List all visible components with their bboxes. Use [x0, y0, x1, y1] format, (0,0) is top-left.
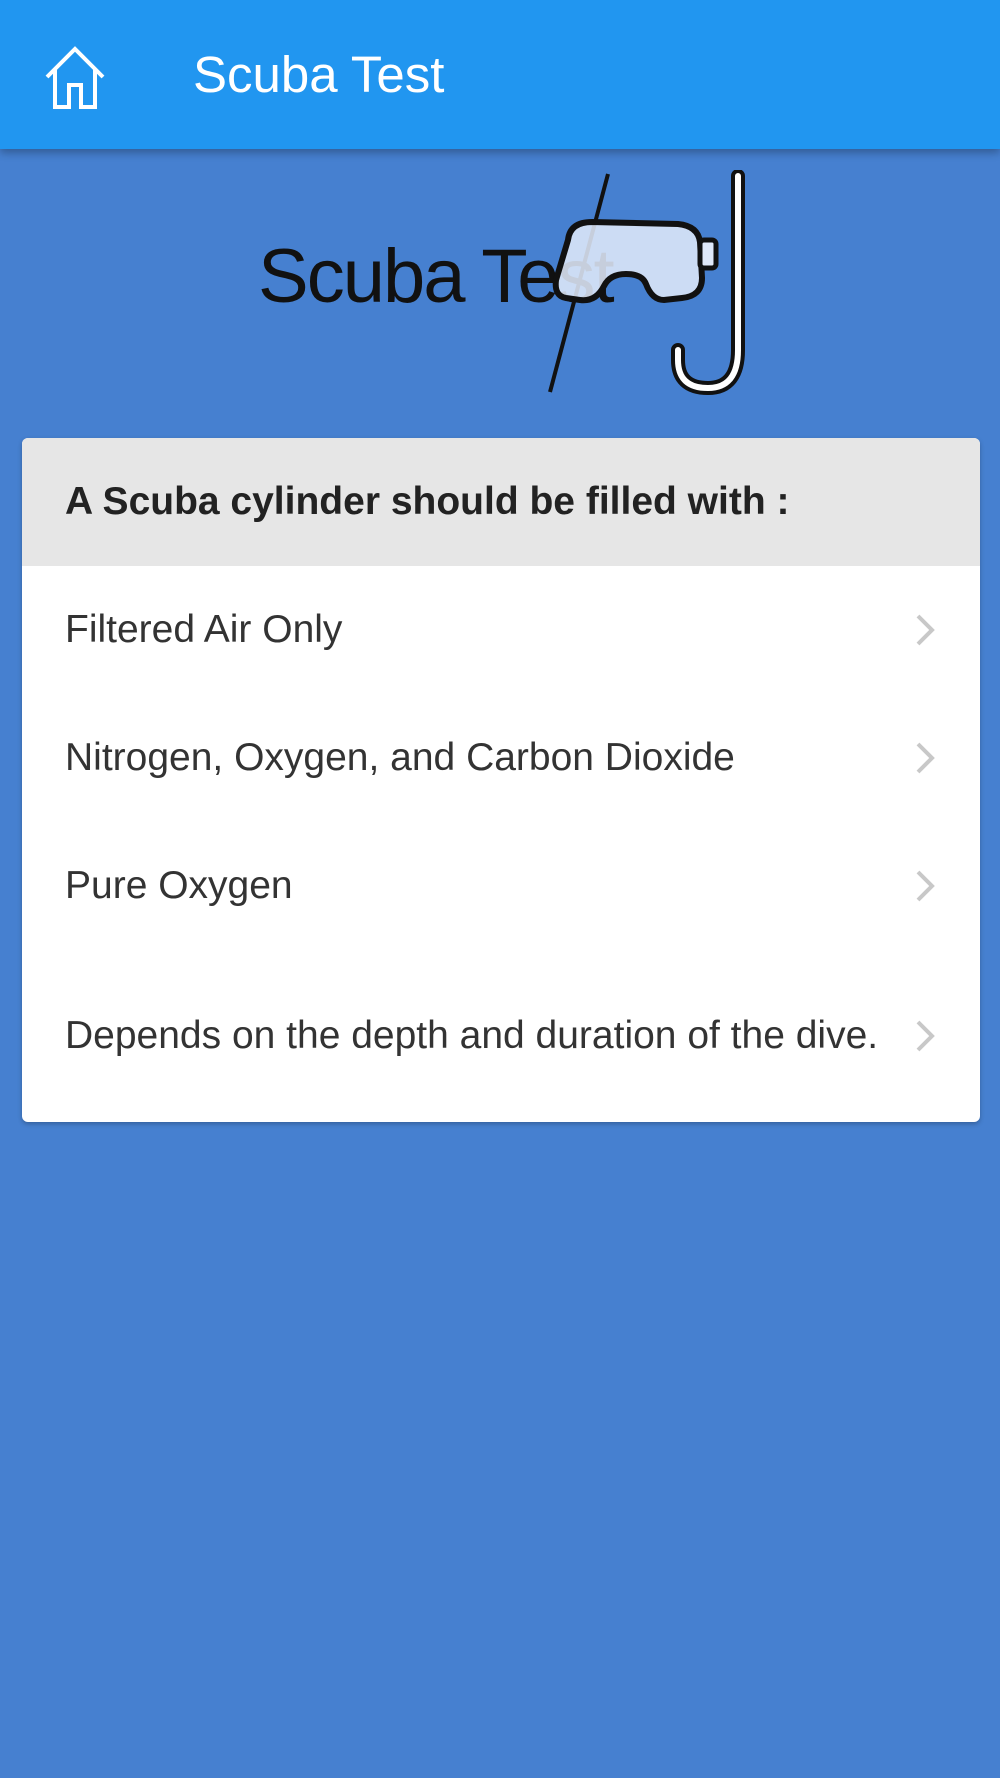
answer-text: Depends on the depth and duration of the… — [65, 1014, 879, 1057]
chevron-right-icon — [916, 1020, 935, 1052]
snorkel-mask-icon — [548, 170, 745, 396]
answer-option[interactable]: Nitrogen, Oxygen, and Carbon Dioxide — [22, 694, 980, 822]
answer-text: Nitrogen, Oxygen, and Carbon Dioxide — [65, 736, 735, 779]
app-title: Scuba Test — [193, 46, 445, 103]
home-icon — [45, 46, 105, 109]
chevron-right-icon — [916, 742, 935, 774]
answer-text: Filtered Air Only — [65, 608, 343, 651]
chevron-right-icon — [916, 614, 935, 646]
answer-option[interactable]: Filtered Air Only — [22, 566, 980, 694]
question-text: A Scuba cylinder should be filled with : — [65, 480, 790, 523]
answer-option[interactable]: Pure Oxygen — [22, 822, 980, 950]
home-button[interactable] — [30, 34, 120, 120]
question-header: A Scuba cylinder should be filled with : — [22, 438, 980, 566]
app-bar: Scuba Test — [0, 0, 1000, 149]
answer-text: Pure Oxygen — [65, 864, 293, 907]
question-card: A Scuba cylinder should be filled with :… — [22, 438, 980, 1122]
answer-option[interactable]: Depends on the depth and duration of the… — [22, 950, 980, 1122]
chevron-right-icon — [916, 870, 935, 902]
